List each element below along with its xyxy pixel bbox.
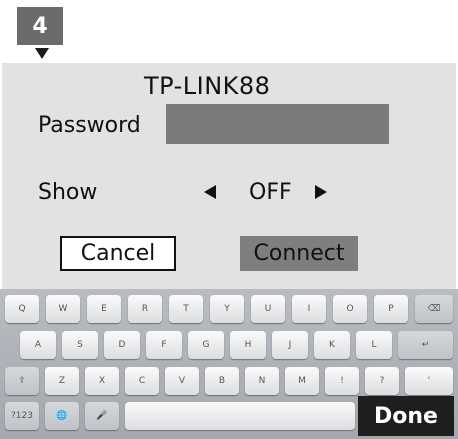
done-button[interactable]: Done (358, 396, 454, 436)
step-number-badge: 4 (17, 7, 63, 45)
key-i[interactable]: I (292, 295, 326, 323)
show-password-value: OFF (249, 180, 292, 205)
cancel-button[interactable]: Cancel (60, 236, 176, 271)
password-label: Password (38, 113, 141, 138)
key-r[interactable]: R (128, 295, 162, 323)
key-exclamation[interactable]: ! (325, 367, 359, 395)
key-u[interactable]: U (251, 295, 285, 323)
step-number: 4 (32, 13, 48, 39)
show-next-arrow-icon[interactable] (315, 185, 327, 199)
key-j[interactable]: J (272, 331, 308, 359)
key-l[interactable]: L (356, 331, 392, 359)
key-g[interactable]: G (188, 331, 224, 359)
key-v[interactable]: V (165, 367, 199, 395)
space-key[interactable] (125, 402, 355, 430)
network-name: TP-LINK88 (144, 72, 271, 100)
key-f[interactable]: F (146, 331, 182, 359)
key-x[interactable]: X (85, 367, 119, 395)
show-prev-arrow-icon[interactable] (204, 185, 216, 199)
key-c[interactable]: C (125, 367, 159, 395)
step-pointer-icon (35, 48, 49, 59)
key-e[interactable]: E (87, 295, 121, 323)
key-z[interactable]: Z (45, 367, 79, 395)
enter-key[interactable]: ↵ (398, 331, 453, 359)
key-t[interactable]: T (169, 295, 203, 323)
key-b[interactable]: B (205, 367, 239, 395)
show-password-label: Show (38, 180, 98, 205)
key-s[interactable]: S (62, 331, 98, 359)
key-k[interactable]: K (314, 331, 350, 359)
key-h[interactable]: H (230, 331, 266, 359)
key-y[interactable]: Y (210, 295, 244, 323)
connect-button[interactable]: Connect (240, 236, 358, 271)
key-p[interactable]: P (374, 295, 408, 323)
key-q[interactable]: Q (5, 295, 39, 323)
key-question[interactable]: ? (365, 367, 399, 395)
key-apostrophe[interactable]: ' (405, 367, 453, 395)
microphone-icon[interactable]: 🎤 (85, 402, 119, 430)
key-o[interactable]: O (333, 295, 367, 323)
shift-key[interactable]: ⇧ (5, 367, 39, 395)
globe-icon[interactable]: 🌐 (45, 402, 79, 430)
key-d[interactable]: D (104, 331, 140, 359)
backspace-key[interactable]: ⌫ (415, 295, 453, 323)
key-w[interactable]: W (46, 295, 80, 323)
symbols-key[interactable]: ?123 (5, 402, 39, 430)
key-n[interactable]: N (245, 367, 279, 395)
key-a[interactable]: A (20, 331, 56, 359)
password-input[interactable] (166, 104, 389, 144)
key-m[interactable]: M (285, 367, 319, 395)
